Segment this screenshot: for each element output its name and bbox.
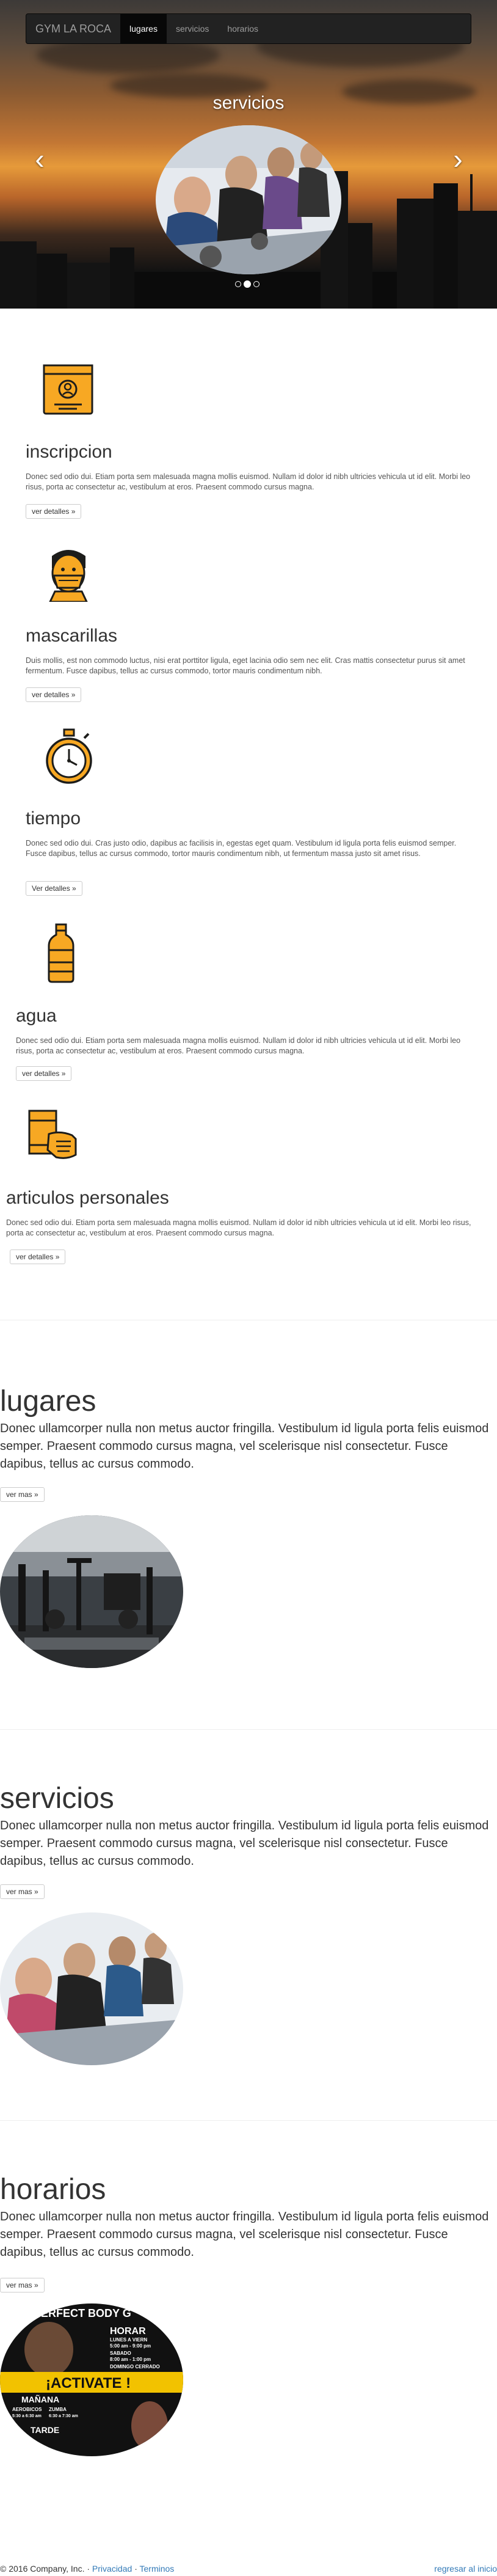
section-text: Donec ullamcorper nulla non metus auctor…	[0, 2210, 489, 2259]
carousel-caption: servicios	[212, 93, 285, 113]
feature-title: mascarillas	[26, 626, 118, 646]
section-servicios: servicios Donec ullamcorper nulla non me…	[0, 1760, 497, 2077]
ver-mas-button[interactable]: ver mas »	[0, 1487, 45, 1502]
carousel-indicator[interactable]	[244, 280, 251, 288]
nav-link-servicios[interactable]: servicios	[167, 13, 218, 44]
svg-text:LUNES A VIERN: LUNES A VIERN	[110, 2337, 147, 2343]
feature-text: Donec sed odio dui. Etiam porta sem male…	[6, 1218, 471, 1237]
poster-banner: ¡ACTIVATE !	[46, 2375, 131, 2391]
svg-text:5:30 a 6:30 am: 5:30 a 6:30 am	[12, 2414, 42, 2418]
svg-text:DOMINGO CERRADO: DOMINGO CERRADO	[110, 2364, 160, 2369]
ver-mas-button[interactable]: ver mas »	[0, 2278, 45, 2292]
spinning-class-image	[0, 1912, 183, 2065]
stopwatch-icon	[46, 728, 92, 784]
footer-copyright: © 2016 Company, Inc.	[0, 2564, 85, 2574]
back-to-top-link[interactable]: regresar al inicio	[434, 2564, 497, 2574]
poster-top-text: PERFECT BODY G	[34, 2307, 131, 2319]
feature-text: Donec sed odio dui. Cras justo odio, dap…	[26, 839, 457, 858]
chevron-left-icon: ‹	[35, 143, 45, 175]
svg-text:TARDE: TARDE	[31, 2425, 59, 2435]
footer: © 2016 Company, Inc. · Privacidad · Term…	[0, 2564, 497, 2576]
hero-carousel: GYM LA ROCA lugares servicios horarios s…	[0, 0, 497, 309]
feature-title: tiempo	[26, 808, 81, 829]
privacy-link[interactable]: Privacidad	[92, 2564, 132, 2574]
carousel-indicator[interactable]	[235, 281, 241, 287]
gym-equipment-image	[0, 1515, 183, 1668]
feature-title: agua	[16, 1006, 57, 1026]
ver-mas-button[interactable]: ver mas »	[0, 1884, 45, 1899]
ver-detalles-button[interactable]: ver detalles »	[16, 1066, 72, 1081]
section-lugares: lugares Donec ullamcorper nulla non metu…	[0, 1363, 497, 1680]
svg-text:MAÑANA: MAÑANA	[21, 2394, 59, 2404]
carousel-spinning-image	[156, 125, 341, 274]
svg-text:5:00 am - 9:00 pm: 5:00 am - 9:00 pm	[110, 2343, 151, 2349]
terms-link[interactable]: Terminos	[140, 2564, 175, 2574]
svg-text:8:00 am - 1:00 pm: 8:00 am - 1:00 pm	[110, 2357, 151, 2362]
navbar: GYM LA ROCA lugares servicios horarios	[26, 13, 471, 44]
face-mask-icon	[49, 550, 88, 602]
svg-text:6:30 a 7:30 am: 6:30 a 7:30 am	[49, 2414, 78, 2418]
carousel-next-button[interactable]: ›	[446, 145, 470, 173]
ver-detalles-button[interactable]: Ver detalles »	[26, 881, 82, 896]
footer-sep: ·	[87, 2564, 90, 2574]
feature-text: Donec sed odio dui. Etiam porta sem male…	[16, 1036, 461, 1055]
carousel-indicators	[235, 280, 259, 288]
feature-tiempo: tiempo Donec sed odio dui. Cras justo od…	[0, 721, 497, 904]
svg-text:SABADO: SABADO	[110, 2351, 131, 2356]
feature-articulos-personales: articulos personales Donec sed odio dui.…	[0, 1100, 497, 1277]
feature-agua: agua Donec sed odio dui. Etiam porta sem…	[0, 917, 497, 1088]
ver-detalles-button[interactable]: ver detalles »	[10, 1250, 66, 1264]
nav-link-lugares[interactable]: lugares	[120, 13, 167, 44]
ver-detalles-button[interactable]: ver detalles »	[26, 504, 82, 519]
schedule-poster-image: PERFECT BODY G HORAR LUNES A VIERN 5:00 …	[0, 2303, 183, 2456]
svg-text:ZUMBA: ZUMBA	[49, 2407, 67, 2412]
section-title: horarios	[0, 2173, 106, 2206]
id-card-icon	[43, 364, 93, 415]
towel-hand-icon	[28, 1110, 77, 1159]
section-horarios: horarios Donec ullamcorper nulla non met…	[0, 2151, 497, 2468]
section-title: servicios	[0, 1782, 114, 1815]
carousel-prev-button[interactable]: ‹	[27, 145, 52, 173]
section-text: Donec ullamcorper nulla non metus auctor…	[0, 1422, 489, 1471]
section-text: Donec ullamcorper nulla non metus auctor…	[0, 1819, 489, 1868]
poster-side-title: HORAR	[110, 2326, 146, 2336]
feature-title: inscripcion	[26, 442, 112, 462]
divider	[0, 2120, 497, 2121]
svg-text:AEROBICOS: AEROBICOS	[12, 2407, 42, 2412]
water-bottle-icon	[48, 923, 74, 983]
footer-sep: ·	[134, 2564, 137, 2574]
feature-inscripcion: inscripcion Donec sed odio dui. Etiam po…	[0, 342, 497, 525]
section-title: lugares	[0, 1385, 96, 1418]
feature-text: Donec sed odio dui. Etiam porta sem male…	[26, 472, 471, 491]
nav-link-horarios[interactable]: horarios	[218, 13, 267, 44]
divider	[0, 1729, 497, 1730]
chevron-right-icon: ›	[453, 143, 463, 175]
carousel-indicator[interactable]	[253, 281, 259, 287]
ver-detalles-button[interactable]: ver detalles »	[26, 687, 82, 702]
feature-title: articulos personales	[6, 1188, 169, 1208]
feature-text: Duis mollis, est non commodo luctus, nis…	[26, 656, 465, 675]
navbar-brand[interactable]: GYM LA ROCA	[26, 13, 120, 44]
feature-mascarillas: mascarillas Duis mollis, est non commodo…	[0, 538, 497, 715]
